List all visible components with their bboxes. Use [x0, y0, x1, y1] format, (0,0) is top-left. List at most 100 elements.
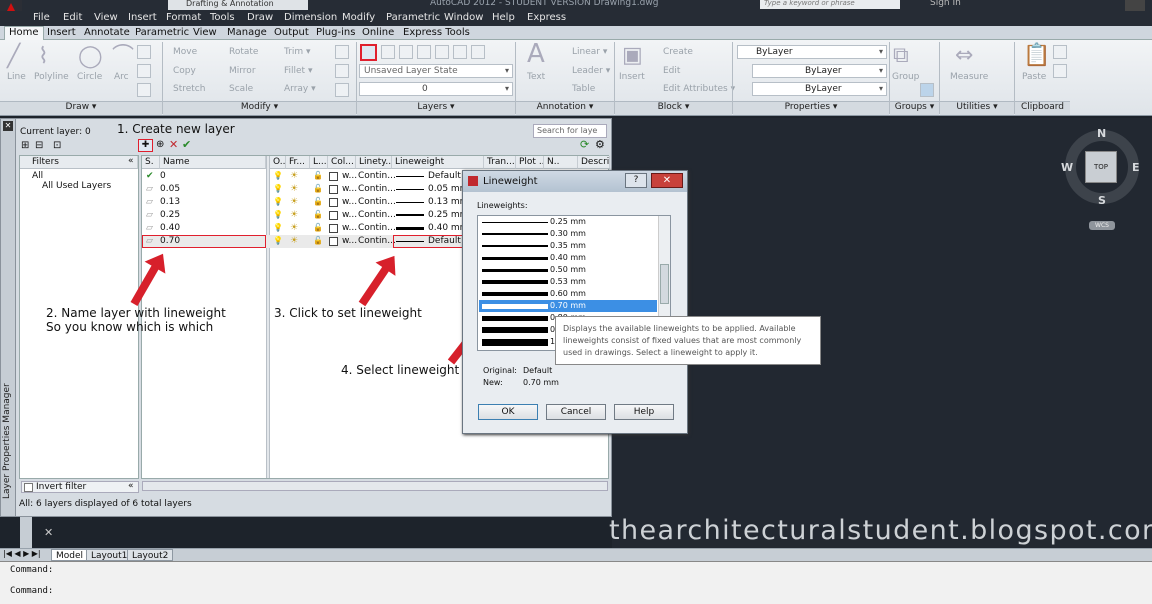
groups-panel-title[interactable]: Groups ▾	[890, 101, 939, 115]
arc-tool-label[interactable]: Arc	[114, 72, 129, 82]
clipboard-panel-title[interactable]: Clipboard	[1015, 101, 1070, 115]
text-icon[interactable]: A	[527, 41, 545, 67]
lock-icon[interactable]: 🔓	[313, 235, 323, 247]
layer-properties-icon[interactable]	[360, 44, 377, 61]
menu-express[interactable]: Express	[527, 12, 566, 23]
tab-view[interactable]: View	[193, 27, 217, 38]
on-bulb-icon[interactable]: 💡	[273, 170, 283, 182]
layer-state-dropdown[interactable]: Unsaved Layer State	[359, 64, 513, 78]
lock-icon[interactable]: 🔓	[313, 170, 323, 182]
new-layer-button[interactable]: ✚	[138, 139, 153, 152]
tab-insert[interactable]: Insert	[47, 27, 76, 38]
col-description[interactable]: Descri...	[578, 156, 610, 169]
horizontal-scrollbar[interactable]	[142, 481, 608, 491]
layer-color-name[interactable]: w...	[342, 209, 357, 221]
color-swatch[interactable]	[329, 224, 338, 233]
circle-icon[interactable]: ◯	[78, 46, 103, 68]
menu-help[interactable]: Help	[492, 12, 515, 23]
lineweight-dropdown[interactable]: ByLayer	[752, 82, 887, 96]
hatch-icon[interactable]	[137, 64, 151, 78]
workspace-dropdown[interactable]: Drafting & Annotation	[168, 0, 308, 10]
on-bulb-icon[interactable]: 💡	[273, 222, 283, 234]
lineweight-option[interactable]: 0.25 mm	[479, 216, 657, 228]
freeze-sun-icon[interactable]: ☀	[290, 209, 298, 221]
layer-linetype[interactable]: Contin...	[358, 222, 396, 234]
layer-tool-icon[interactable]	[417, 45, 431, 59]
lock-icon[interactable]: 🔓	[313, 183, 323, 195]
measure-icon[interactable]: ⇔	[955, 45, 973, 67]
lineweight-option[interactable]: 0.60 mm	[479, 288, 657, 300]
compass-west[interactable]: W	[1061, 161, 1073, 174]
col-status[interactable]: S.	[142, 156, 160, 169]
dialog-title-bar[interactable]: Lineweight ? ✕	[463, 171, 687, 192]
status-icon[interactable]: ✔	[146, 170, 154, 182]
utilities-panel-title[interactable]: Utilities ▾	[940, 101, 1014, 115]
freeze-sun-icon[interactable]: ☀	[290, 196, 298, 208]
layer-linetype[interactable]: Contin...	[358, 235, 396, 247]
compass-north[interactable]: N	[1097, 127, 1106, 140]
create-block-tool[interactable]: Create	[663, 47, 693, 57]
col-name[interactable]: Name	[160, 156, 266, 169]
layer-search-input[interactable]: Search for laye	[533, 124, 607, 138]
linear-dimension-tool[interactable]: Linear ▾	[572, 47, 607, 57]
tab-layout1[interactable]: Layout1	[86, 549, 133, 561]
layer-linetype[interactable]: Contin...	[358, 196, 396, 208]
tab-plugins[interactable]: Plug-ins	[316, 27, 355, 38]
lineweight-option[interactable]: 0.70 mm	[479, 300, 657, 312]
menu-view[interactable]: View	[94, 12, 118, 23]
autocad-logo-icon[interactable]	[0, 0, 22, 11]
compass-south[interactable]: S	[1098, 194, 1106, 207]
current-layer-dropdown[interactable]: 0	[359, 82, 513, 96]
group-icon[interactable]: ⧉	[893, 45, 909, 67]
stretch-tool[interactable]: Stretch	[173, 84, 205, 94]
menu-window[interactable]: Window	[444, 12, 483, 23]
layer-color-name[interactable]: w...	[342, 183, 357, 195]
on-bulb-icon[interactable]: 💡	[273, 235, 283, 247]
rectangle-icon[interactable]	[137, 45, 151, 59]
cancel-button[interactable]: Cancel	[546, 404, 606, 420]
palette-side-bar[interactable]: ✕ Layer Properties Manager	[1, 119, 16, 516]
tab-online[interactable]: Online	[362, 27, 394, 38]
tab-model[interactable]: Model	[51, 549, 89, 561]
linetype-dropdown[interactable]: ByLayer	[752, 64, 887, 78]
window-controls[interactable]	[1125, 0, 1145, 11]
text-tool-label[interactable]: Text	[527, 72, 545, 82]
color-swatch[interactable]	[329, 172, 338, 181]
help-icon[interactable]: ?	[625, 173, 647, 188]
edit-block-tool[interactable]: Edit	[663, 66, 680, 76]
col-linetype[interactable]: Linety...	[356, 156, 392, 169]
command-line[interactable]: Command: Command:	[0, 561, 1152, 604]
layer-states-manager-icon[interactable]: ⊡	[53, 140, 61, 151]
menu-dimension[interactable]: Dimension	[284, 12, 337, 23]
filter-all[interactable]: All	[32, 171, 43, 181]
viewcube-top-face[interactable]: TOP	[1085, 151, 1117, 183]
scale-tool[interactable]: Scale	[229, 84, 253, 94]
lineweight-option[interactable]: 0.30 mm	[479, 228, 657, 240]
measure-tool-label[interactable]: Measure	[950, 72, 988, 82]
copy-clip-icon[interactable]	[1053, 64, 1067, 78]
tab-parametric[interactable]: Parametric	[135, 27, 189, 38]
layer-tool-icon[interactable]	[453, 45, 467, 59]
properties-palette-tab[interactable]	[20, 517, 32, 548]
compass-east[interactable]: E	[1132, 161, 1140, 174]
block-panel-title[interactable]: Block ▾	[615, 101, 732, 115]
new-property-filter-icon[interactable]: ⊞	[21, 140, 29, 151]
col-plot-style[interactable]: Plot ...	[516, 156, 544, 169]
insert-block-icon[interactable]: ▣	[622, 45, 643, 67]
wcs-menu[interactable]: WCS	[1089, 221, 1115, 230]
paste-tool-label[interactable]: Paste	[1022, 72, 1046, 82]
properties-panel-title[interactable]: Properties ▾	[733, 101, 889, 115]
settings-icon[interactable]: ⚙	[595, 138, 605, 151]
group-selection-icon[interactable]	[920, 83, 934, 97]
new-group-filter-icon[interactable]: ⊟	[35, 140, 43, 151]
color-swatch[interactable]	[329, 237, 338, 246]
refresh-icon[interactable]: ⟳	[580, 138, 589, 151]
offset-icon[interactable]	[335, 83, 349, 97]
layer-tool-icon[interactable]	[399, 45, 413, 59]
menu-format[interactable]: Format	[166, 12, 201, 23]
menu-parametric[interactable]: Parametric	[386, 12, 440, 23]
arc-icon[interactable]: ⌒	[112, 46, 134, 68]
color-swatch[interactable]	[329, 185, 338, 194]
layer-tool-icon[interactable]	[381, 45, 395, 59]
erase-icon[interactable]	[335, 45, 349, 59]
